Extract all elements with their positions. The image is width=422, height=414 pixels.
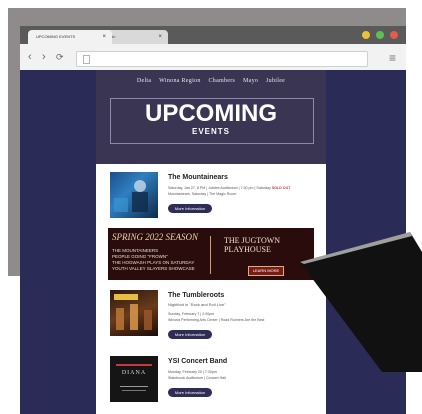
season-lineup: THE MOUNTAINEERS PEOPLE GOING "FROWN" TH…: [112, 248, 195, 272]
more-information-button[interactable]: More Information: [168, 204, 212, 213]
band-image: [114, 294, 152, 330]
tab-label: UPCOMING EVENTS: [36, 34, 76, 39]
event-item: The Mountainears Saturday, Jan 27, 8 PM …: [96, 172, 326, 234]
more-information-button[interactable]: More Information: [168, 330, 212, 339]
event-title: The Tumbleroots: [168, 292, 225, 299]
pointer-shape: [300, 232, 422, 372]
maximize-dot-icon[interactable]: [376, 31, 384, 39]
event-title: The Mountainears: [168, 174, 228, 181]
season-heading: SPRING 2022 SEASON: [112, 232, 198, 242]
address-bar: ‹ › ⟳ ≡: [20, 44, 406, 70]
event-date-venue: Saturday, Jan 27, 8 PM | Jubilee Auditor…: [168, 186, 271, 190]
minimize-dot-icon[interactable]: [362, 31, 370, 39]
sponsor-logo: Jubilee: [266, 78, 286, 84]
close-icon[interactable]: ×: [158, 30, 162, 44]
event-thumbnail[interactable]: [110, 290, 158, 336]
concert-poster-image: [116, 364, 152, 391]
event-details-secondary: Mountainears, Saturday | The Magic Room: [168, 192, 237, 196]
musician-image: [114, 180, 148, 212]
learn-more-button[interactable]: LEARN MORE: [248, 266, 284, 276]
tab-upcoming-events[interactable]: UPCOMING EVENTS ×: [28, 30, 112, 44]
event-date: Sunday, February 7 | 2:00pm: [168, 312, 215, 316]
newsletter-email: Delta Winona Region Chambers Mayo Jubile…: [96, 70, 326, 414]
event-title: YSI Concert Band: [168, 358, 228, 365]
close-icon[interactable]: ×: [102, 30, 106, 44]
event-date: Monday, February 20 | 7:30pm: [168, 370, 217, 374]
event-item: The Tumbleroots Nightfoot in "Rock and R…: [96, 290, 326, 352]
event-subtitle: Nightfoot in "Rock and Roll Live": [168, 302, 226, 307]
event-thumbnail[interactable]: DIANA: [110, 356, 158, 402]
poster-title: DIANA: [121, 370, 147, 376]
url-input[interactable]: [76, 51, 368, 67]
sold-out-badge: SOLD OUT: [271, 186, 291, 190]
lineup-line: YOUTH VALLEY SLAYERS SHOWCASE: [112, 266, 195, 271]
sponsor-logo: Mayo: [243, 78, 259, 84]
event-details: Saturday, Jan 27, 8 PM | Jubilee Auditor…: [168, 186, 290, 190]
event-item: DIANA YSI Concert Band Monday, February …: [96, 356, 326, 414]
event-venue: Winona Performing Arts Center | Road Run…: [168, 318, 265, 322]
menu-icon[interactable]: ≡: [389, 51, 396, 65]
banner-divider: [210, 236, 211, 274]
hero-banner: Delta Winona Region Chambers Mayo Jubile…: [96, 70, 326, 164]
reload-icon[interactable]: ⟳: [56, 50, 64, 64]
sponsor-logo: Delta: [136, 78, 152, 84]
sponsor-logo: Winona Region: [159, 78, 201, 84]
page-icon: [83, 55, 90, 64]
tab-bar: New Tab × UPCOMING EVENTS ×: [20, 26, 406, 44]
sponsor-logo: Chambers: [208, 78, 236, 84]
close-dot-icon[interactable]: [390, 31, 398, 39]
hero-title: UPCOMING: [145, 100, 277, 127]
more-information-button[interactable]: More Information: [168, 388, 212, 397]
hero-subtitle: EVENTS: [191, 127, 230, 136]
event-venue: Stainbrook Auditorium | Concert Hall: [168, 376, 226, 380]
event-thumbnail[interactable]: [110, 172, 158, 218]
back-icon[interactable]: ‹: [28, 50, 32, 64]
forward-icon[interactable]: ›: [42, 50, 46, 64]
sponsor-logos: Delta Winona Region Chambers Mayo Jubile…: [96, 78, 326, 84]
spring-season-banner[interactable]: SPRING 2022 SEASON THE MOUNTAINEERS PEOP…: [108, 228, 314, 280]
